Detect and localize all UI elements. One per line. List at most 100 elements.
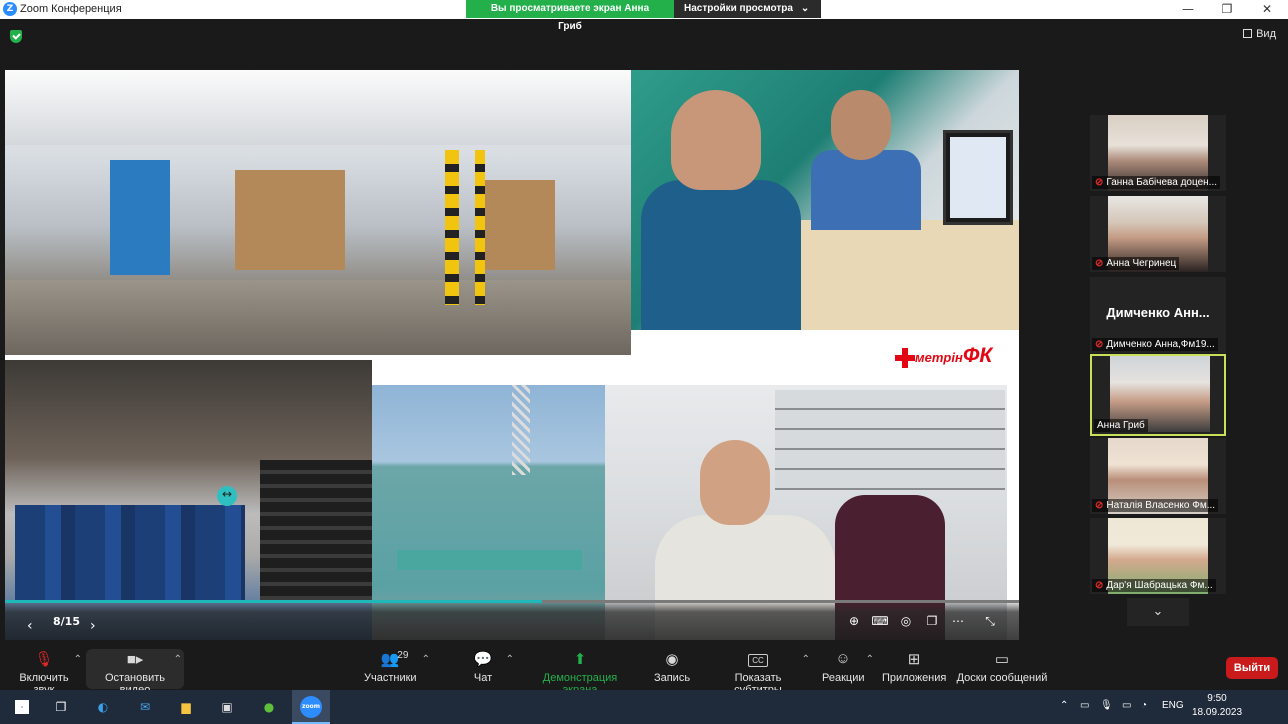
chevron-up-icon[interactable]: ⌃ <box>506 654 514 665</box>
mail-icon[interactable]: ✉ <box>134 697 156 717</box>
reactions-button[interactable]: ☺ Реакции ⌃ <box>822 640 874 690</box>
whiteboards-button[interactable]: ▭ Доски сообщений <box>956 640 1048 690</box>
camera-icon: ■▸ <box>126 651 144 668</box>
close-button[interactable]: ✕ <box>1247 0 1287 19</box>
battery-icon[interactable]: ▭ <box>1122 700 1131 711</box>
gallery-scroll-down-button[interactable]: ⌄ <box>1127 598 1189 626</box>
leave-button[interactable]: Выйти <box>1226 657 1278 679</box>
mic-muted-icon: 🎙 <box>34 651 54 668</box>
share-banner: Вы просматриваете экран Анна Гриб Настро… <box>466 0 821 32</box>
tray-mic-icon[interactable]: 🎙 <box>1100 700 1113 711</box>
chevron-down-icon: ⌄ <box>800 3 810 14</box>
participant-tile[interactable]: ⊘ Ганна Бабічева доцен... <box>1090 115 1226 191</box>
cross-logo-icon <box>895 348 915 368</box>
picture-in-picture-icon[interactable]: ❐ <box>923 614 941 632</box>
zoom-taskbar-button[interactable]: zoom <box>292 690 330 724</box>
company-logo: метрін ФК <box>895 344 1007 372</box>
next-slide-icon[interactable]: › <box>90 618 104 634</box>
participant-tile[interactable]: ⊘ Анна Чегринец <box>1090 196 1226 272</box>
share-screen-icon: ⬆ <box>573 651 587 668</box>
previous-slide-icon[interactable]: ‹ <box>27 618 41 634</box>
chevron-up-icon[interactable]: ⌃ <box>74 654 82 665</box>
mic-muted-icon: ⊘ <box>1095 258 1104 269</box>
participant-name: Анна Чегринец <box>1106 258 1177 269</box>
file-explorer-icon[interactable]: ▆ <box>175 697 197 717</box>
loading-yard-photo <box>5 360 372 640</box>
warehouse-photo <box>5 70 631 355</box>
edge-icon[interactable]: ◐ <box>92 697 114 717</box>
slide-page-number: 8/15 <box>53 615 80 628</box>
zoom-logo-icon: Z <box>3 2 17 16</box>
unmute-button[interactable]: 🎙 Включить звук ⌃ <box>8 640 82 696</box>
task-view-icon[interactable]: ❐ <box>50 697 72 717</box>
participants-label: Участники <box>364 672 417 684</box>
stop-video-button[interactable]: ■▸ Остановить видео ⌃ <box>90 640 182 696</box>
chevron-up-icon[interactable]: ⌃ <box>802 654 810 665</box>
restore-button[interactable]: ❐ <box>1207 0 1247 19</box>
shared-screen[interactable]: метрін ФК ‹ 8/15 › ⊕ ⌨ ◎ ❐ ⋯ ⤡ <box>5 70 1019 640</box>
view-settings-button[interactable]: Настройки просмотра ⌄ <box>674 0 821 18</box>
apps-button[interactable]: ⊞ Приложения <box>882 640 946 690</box>
participant-tile[interactable]: ⊘ Наталія Власенко Фм... <box>1090 438 1226 514</box>
participants-count: 29 <box>397 650 409 661</box>
view-label: Вид <box>1256 28 1276 40</box>
participant-big-name: Димченко Анн... <box>1106 305 1210 320</box>
windows-start-icon[interactable] <box>12 697 34 717</box>
keyboard-language[interactable]: ENG <box>1162 700 1184 711</box>
mic-muted-icon: ⊘ <box>1095 500 1104 511</box>
security-shield-icon[interactable] <box>10 30 22 43</box>
whiteboard-icon: ▭ <box>994 651 1010 668</box>
participants-button[interactable]: 👥 29 Участники ⌃ <box>364 640 430 690</box>
share-screen-button[interactable]: ⬆ Демонстрация экрана <box>526 640 634 696</box>
broadcast-icon[interactable]: ◎ <box>897 614 915 632</box>
wifi-icon[interactable]: ◔ <box>1141 700 1147 711</box>
record-button[interactable]: ◉ Запись <box>652 640 692 690</box>
apps-label: Приложения <box>882 672 947 684</box>
remote-cursor-icon <box>217 486 237 506</box>
office-photo <box>631 70 1019 330</box>
meeting-toolbar <box>0 640 1288 690</box>
clock-time: 9:50 <box>1207 693 1227 704</box>
tray-app-icon[interactable]: ▭ <box>1080 700 1089 711</box>
captions-button[interactable]: CC Показать субтитры ⌃ <box>712 640 810 696</box>
viewing-screen-label: Вы просматриваете экран Анна Гриб <box>466 0 674 32</box>
store-icon[interactable]: ▣ <box>216 697 238 717</box>
chevron-up-icon[interactable]: ⌃ <box>174 654 182 665</box>
tray-chevron-icon[interactable]: ⌃ <box>1060 700 1068 711</box>
keyboard-icon[interactable]: ⌨ <box>871 614 889 632</box>
slide-progress-fill <box>5 600 543 603</box>
zoom-in-icon[interactable]: ⊕ <box>845 614 863 632</box>
whiteboards-label: Доски сообщений <box>956 672 1048 684</box>
reactions-label: Реакции <box>822 672 865 684</box>
view-settings-label: Настройки просмотра <box>684 3 793 14</box>
chevron-up-icon[interactable]: ⌃ <box>866 654 874 665</box>
system-clock[interactable]: 9:50 18.09.2023 <box>1192 692 1242 720</box>
zoom-app-icon: zoom <box>300 696 322 718</box>
chat-button[interactable]: 💬 Чат ⌃ <box>466 640 514 690</box>
mic-muted-icon: ⊘ <box>1095 177 1104 188</box>
grid-icon <box>1243 29 1253 38</box>
torrent-icon[interactable]: ● <box>258 697 280 717</box>
window-title: Zoom Конференция <box>20 3 122 15</box>
chevron-up-icon[interactable]: ⌃ <box>422 654 430 665</box>
logo-fk: ФК <box>963 344 993 367</box>
participant-tile[interactable]: ⊘ Дар'я Шабрацька Фм... <box>1090 518 1226 594</box>
participant-name: Наталія Власенко Фм... <box>1106 500 1216 511</box>
participant-tile-active-speaker[interactable]: Анна Гриб <box>1090 354 1226 436</box>
chat-icon: 💬 <box>473 651 493 668</box>
mic-muted-icon: ⊘ <box>1095 339 1104 350</box>
record-label: Запись <box>653 672 691 684</box>
minimize-button[interactable]: — <box>1168 0 1208 19</box>
clock-date: 18.09.2023 <box>1192 707 1243 718</box>
slide-progress <box>5 600 1019 603</box>
exit-fullscreen-icon[interactable]: ⤡ <box>981 614 999 632</box>
chat-label: Чат <box>473 672 493 684</box>
apps-icon: ⊞ <box>907 651 921 668</box>
reactions-icon: ☺ <box>835 650 851 667</box>
participant-tile[interactable]: Димченко Анн... ⊘ Димченко Анна,Фм19... <box>1090 277 1226 353</box>
more-icon[interactable]: ⋯ <box>949 614 967 632</box>
view-button[interactable]: Вид <box>1243 28 1276 40</box>
slide-controls <box>5 600 1019 640</box>
participant-name: Анна Гриб <box>1097 420 1145 431</box>
logo-text: метрін <box>915 350 963 365</box>
